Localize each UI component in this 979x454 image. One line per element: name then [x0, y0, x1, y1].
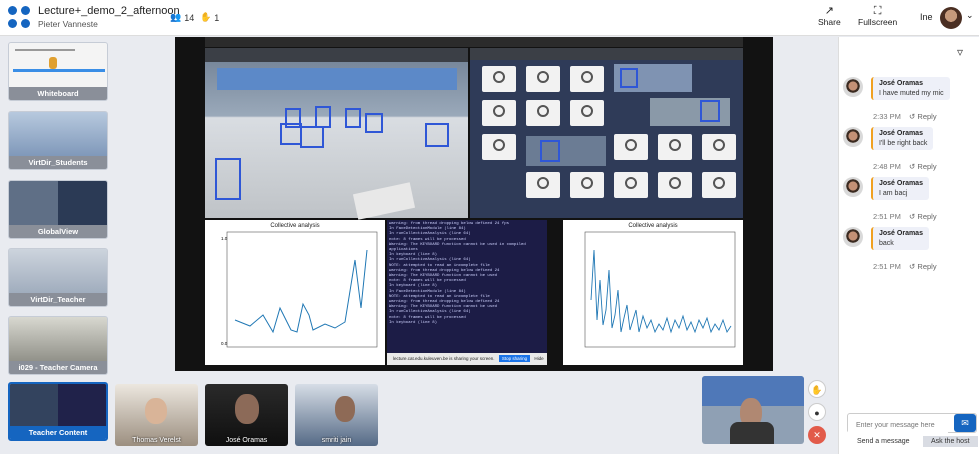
students-preview	[9, 112, 107, 158]
fullscreen-icon: ⛶	[873, 5, 882, 17]
camera-toggle-button[interactable]: ●	[808, 403, 826, 421]
chat-icon: ✉	[961, 418, 969, 428]
sidebar-item-virtdir-teacher[interactable]: VirtDir_Teacher	[8, 248, 108, 307]
line-chart-right	[584, 231, 736, 348]
participant-tile[interactable]: José Oramas	[205, 384, 288, 446]
message-meta: 2:51 PM ↺ Reply	[873, 262, 937, 271]
hand-icon: ✋	[811, 385, 823, 395]
sidebar-item-teacher-content[interactable]: Teacher Content	[8, 382, 108, 441]
hand-icon: ✋	[200, 12, 212, 22]
svg-text:1.0: 1.0	[221, 236, 228, 241]
message-meta: 2:51 PM ↺ Reply	[873, 212, 937, 221]
teacher-preview	[9, 249, 107, 295]
whiteboard-preview	[9, 43, 107, 89]
user-avatar[interactable]	[940, 7, 962, 29]
participant-tile[interactable]: smriti jain	[295, 384, 378, 446]
content-preview	[10, 384, 106, 430]
hide-button[interactable]: Hide	[534, 356, 543, 361]
session-title: Lecture+_demo_2_afternoon	[38, 5, 180, 17]
message-bubble: José Oramas I have muted my mic	[871, 77, 950, 100]
mic-off-icon: ✕	[813, 430, 821, 440]
camera-off-icon: ●	[814, 408, 820, 418]
share-button[interactable]: ↗ Share	[818, 5, 841, 27]
app-logo-icon	[8, 6, 32, 30]
avatar	[843, 77, 863, 97]
tab-ask-host[interactable]: Ask the host	[923, 436, 978, 447]
chat-input-box: ✉	[847, 413, 977, 435]
chart-panel-right: Collective analysis	[563, 220, 743, 365]
avatar	[843, 227, 863, 247]
avatar	[843, 127, 863, 147]
sidebar-item-virtdir-students[interactable]: VirtDir_Students	[8, 111, 108, 170]
camera-preview	[9, 317, 107, 363]
self-video	[702, 376, 804, 444]
chat-panel: ▿ José Oramas I have muted my mic 2:33 P…	[838, 37, 979, 454]
reply-link[interactable]: ↺ Reply	[909, 212, 937, 221]
sidebar-item-whiteboard[interactable]: Whiteboard	[8, 42, 108, 101]
share-icon: ↗	[824, 5, 834, 17]
browser-tab-bar	[205, 37, 743, 47]
message-meta: 2:33 PM ↺ Reply	[873, 112, 937, 121]
chart-panel-left: Collective analysis 1.0 0.0	[205, 220, 385, 365]
virtual-seats-view	[470, 48, 743, 218]
sidebar-item-teacher-camera[interactable]: i029 - Teacher Camera	[8, 316, 108, 375]
raise-hand-button[interactable]: ✋	[808, 380, 826, 398]
stop-sharing-button[interactable]: Stop sharing	[498, 355, 531, 362]
message-bubble: José Oramas I'll be right back	[871, 127, 934, 150]
reply-link[interactable]: ↺ Reply	[909, 112, 937, 121]
chevron-down-icon[interactable]: ⌄	[966, 10, 974, 21]
participant-tile[interactable]: Thomas Verelst	[115, 384, 198, 446]
globalview-preview	[9, 181, 107, 227]
classroom-view	[205, 48, 468, 220]
chart-title-right: Collective analysis	[628, 223, 678, 229]
raised-hands-counter[interactable]: ✋ 1	[200, 12, 219, 23]
user-name[interactable]: Ine	[920, 12, 933, 22]
tab-send-message[interactable]: Send a message	[857, 438, 910, 445]
terminal-panel: warning: from thread dropping below defi…	[387, 220, 547, 365]
participants-counter[interactable]: 👥 14	[170, 12, 194, 23]
message-meta: 2:48 PM ↺ Reply	[873, 162, 937, 171]
top-bar: Lecture+_demo_2_afternoon Pieter Vannest…	[0, 0, 979, 36]
participants-icon: 👥	[170, 12, 182, 22]
session-host: Pieter Vanneste	[38, 19, 98, 29]
shared-screen[interactable]: Collective analysis 1.0 0.0 warning: fro…	[175, 37, 773, 371]
send-button[interactable]: ✉	[954, 414, 976, 432]
sidebar-item-globalview[interactable]: GlobalView	[8, 180, 108, 239]
message-bubble: José Oramas back	[871, 227, 929, 250]
fullscreen-button[interactable]: ⛶ Fullscreen	[858, 5, 897, 27]
chat-input[interactable]	[848, 416, 948, 435]
avatar	[843, 177, 863, 197]
chart-title-left: Collective analysis	[270, 223, 320, 229]
reply-link[interactable]: ↺ Reply	[909, 162, 937, 171]
reply-link[interactable]: ↺ Reply	[909, 262, 937, 271]
mic-toggle-button[interactable]: ✕	[808, 426, 826, 444]
message-bubble: José Oramas I am bacj	[871, 177, 929, 200]
svg-text:0.0: 0.0	[221, 341, 228, 346]
share-notice-bar: lecture.cat.edu.kuleuven.be is sharing y…	[387, 353, 547, 365]
filter-icon[interactable]: ▿	[957, 45, 963, 59]
line-chart-left: 1.0 0.0	[221, 231, 378, 348]
